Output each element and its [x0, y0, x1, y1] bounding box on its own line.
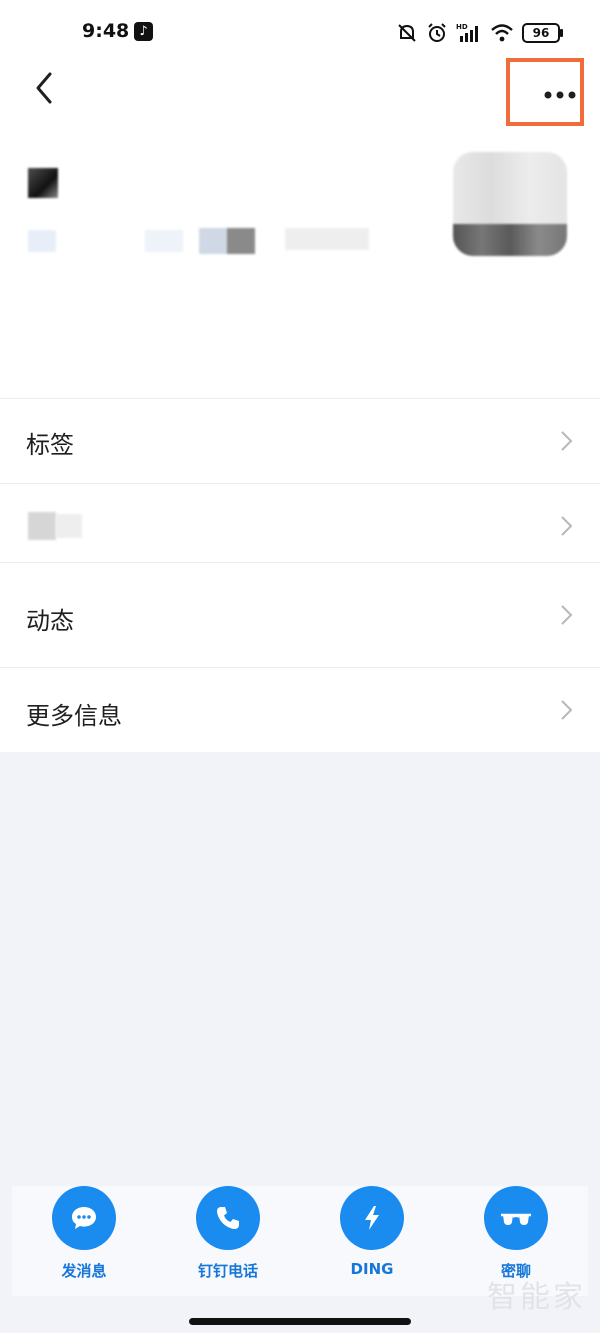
- watermark: 智能家: [487, 1280, 586, 1315]
- chevron-right-icon: [561, 431, 573, 451]
- battery-indicator: 96: [522, 23, 563, 43]
- list-item-label: 标签: [26, 431, 74, 459]
- wifi-icon: [491, 24, 513, 42]
- status-bar: 9:48 ♪ HD 96: [0, 0, 600, 62]
- action-circle: [196, 1186, 260, 1250]
- list-item-label-blurred: [28, 512, 82, 540]
- home-indicator[interactable]: [189, 1318, 411, 1325]
- list-item-label: 更多信息: [26, 702, 122, 730]
- list-item-blurred[interactable]: [0, 483, 600, 562]
- ding-button[interactable]: DING: [307, 1186, 437, 1296]
- alarm-icon: [428, 23, 446, 42]
- profile-info-blurred-3: [199, 228, 255, 254]
- list-item-tags[interactable]: 标签: [0, 398, 600, 483]
- chevron-right-icon: [561, 516, 573, 536]
- chevron-left-icon: [36, 72, 52, 104]
- action-circle: [52, 1186, 116, 1250]
- list-item-label: 动态: [26, 607, 74, 635]
- profile-name-blurred: [28, 168, 58, 198]
- more-button[interactable]: [506, 58, 584, 126]
- status-icons: HD 96: [396, 20, 563, 46]
- signal-icon: HD: [456, 23, 478, 42]
- profile-info-blurred-4: [285, 228, 369, 250]
- bell-off-icon: [398, 24, 416, 42]
- more-horizontal-icon: [544, 91, 576, 99]
- action-label: 钉钉电话: [197, 1262, 258, 1280]
- list-item-activity[interactable]: 动态: [0, 562, 600, 667]
- avatar[interactable]: [453, 152, 567, 256]
- tiktok-icon: ♪: [134, 22, 153, 41]
- chevron-right-icon: [561, 700, 573, 720]
- back-button[interactable]: [24, 66, 68, 110]
- lightning-icon: [365, 1206, 379, 1230]
- action-label: 发消息: [61, 1262, 107, 1280]
- action-circle: [340, 1186, 404, 1250]
- message-icon: [72, 1207, 96, 1229]
- status-time: 9:48: [82, 20, 130, 42]
- svg-text:HD: HD: [456, 23, 468, 31]
- glasses-icon: [501, 1213, 531, 1225]
- action-label: DING: [350, 1260, 394, 1278]
- chevron-right-icon: [561, 605, 573, 625]
- profile-info-blurred-1: [28, 230, 56, 252]
- send-message-button[interactable]: 发消息: [19, 1186, 149, 1296]
- list-item-more-info[interactable]: 更多信息: [0, 667, 600, 752]
- profile-options-list: 标签 动态 更多信息: [0, 398, 600, 752]
- profile-info-blurred-2: [145, 230, 183, 252]
- phone-icon: [217, 1207, 239, 1229]
- dingtalk-call-button[interactable]: 钉钉电话: [163, 1186, 293, 1296]
- action-circle: [484, 1186, 548, 1250]
